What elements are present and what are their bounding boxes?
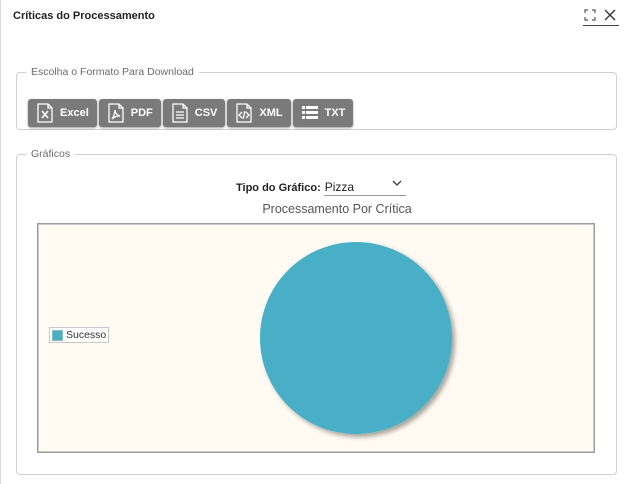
download-format-legend: Escolha o Formato Para Download bbox=[31, 66, 194, 78]
chart-type-select[interactable]: Pizza bbox=[323, 177, 406, 196]
pdf-button-label: PDF bbox=[130, 107, 153, 119]
maximize-icon[interactable] bbox=[583, 8, 599, 24]
txt-button-label: TXT bbox=[324, 107, 346, 119]
xml-button[interactable]: XML bbox=[227, 99, 291, 127]
pdf-icon bbox=[107, 103, 125, 123]
chart-title: Processamento Por Crítica bbox=[262, 202, 412, 216]
download-format-group: Escolha o Formato Para Download Excel PD… bbox=[16, 66, 617, 130]
charts-group: Gráficos Tipo do Gráfico: Pizza Processa… bbox=[16, 148, 617, 475]
charts-legend: Gráficos bbox=[31, 148, 71, 160]
window-controls bbox=[583, 8, 619, 26]
pie-chart bbox=[260, 242, 452, 434]
txt-icon bbox=[301, 103, 319, 123]
legend-label: Sucesso bbox=[66, 329, 107, 341]
csv-button-label: CSV bbox=[194, 107, 218, 119]
excel-button[interactable]: Excel bbox=[28, 99, 97, 127]
processing-critiques-dialog: Críticas do Processamento Escolha o Form… bbox=[0, 0, 629, 484]
download-buttons: Excel PDF CSV XML TXT bbox=[28, 99, 354, 127]
csv-button[interactable]: CSV bbox=[162, 99, 226, 127]
txt-button[interactable]: TXT bbox=[292, 99, 354, 127]
pdf-button[interactable]: PDF bbox=[98, 99, 161, 127]
xml-button-label: XML bbox=[259, 107, 283, 119]
dialog-title: Críticas do Processamento bbox=[13, 10, 155, 22]
chart-type-label: Tipo do Gráfico: bbox=[236, 182, 321, 194]
pie-slice-sucesso[interactable] bbox=[260, 242, 452, 434]
chart-legend: Sucesso bbox=[49, 327, 110, 343]
chart-type-value: Pizza bbox=[324, 180, 355, 194]
excel-button-label: Excel bbox=[60, 107, 89, 119]
excel-icon bbox=[36, 103, 54, 123]
close-icon[interactable] bbox=[603, 8, 619, 24]
chevron-down-icon bbox=[392, 177, 402, 191]
legend-swatch bbox=[52, 329, 63, 341]
chart-type-control: Tipo do Gráfico: Pizza bbox=[236, 180, 406, 196]
chart-plot-area: Sucesso bbox=[37, 223, 595, 453]
csv-icon bbox=[171, 103, 189, 123]
xml-icon bbox=[235, 103, 253, 123]
